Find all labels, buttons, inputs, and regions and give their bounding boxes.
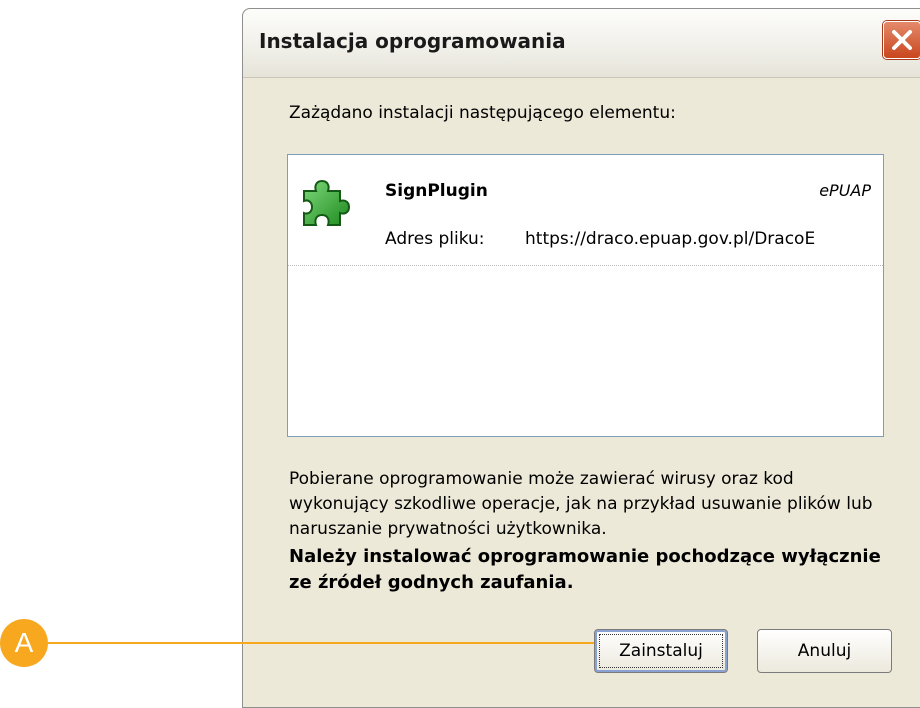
intro-text: Zażądano instalacji następującego elemen… [289, 103, 676, 123]
puzzle-piece-icon [303, 179, 350, 226]
software-list[interactable]: SignPlugin ePUAP Adres pliku: https://dr… [287, 154, 884, 437]
address-label: Adres pliku: [385, 229, 485, 249]
cancel-button[interactable]: Anuluj [757, 629, 892, 673]
warning-text: Pobierane oprogramowanie może zawierać w… [289, 469, 873, 539]
annotation-line [48, 642, 594, 644]
trust-warning-text: Należy instalować oprogramowanie pochodz… [289, 546, 881, 593]
close-icon [892, 30, 912, 50]
title-bar[interactable]: Instalacja oprogramowania [243, 9, 920, 78]
annotation-marker: A [0, 619, 48, 667]
install-dialog: Instalacja oprogramowania Zażądano insta… [242, 8, 920, 708]
dialog-title: Instalacja oprogramowania [259, 29, 566, 53]
list-item[interactable]: SignPlugin ePUAP Adres pliku: https://dr… [288, 155, 883, 266]
plugin-name: SignPlugin [385, 181, 488, 201]
install-button[interactable]: Zainstaluj [594, 629, 728, 673]
plugin-publisher: ePUAP [819, 181, 871, 200]
close-button[interactable] [883, 21, 920, 59]
address-value: https://draco.epuap.gov.pl/DracoE [525, 229, 816, 249]
